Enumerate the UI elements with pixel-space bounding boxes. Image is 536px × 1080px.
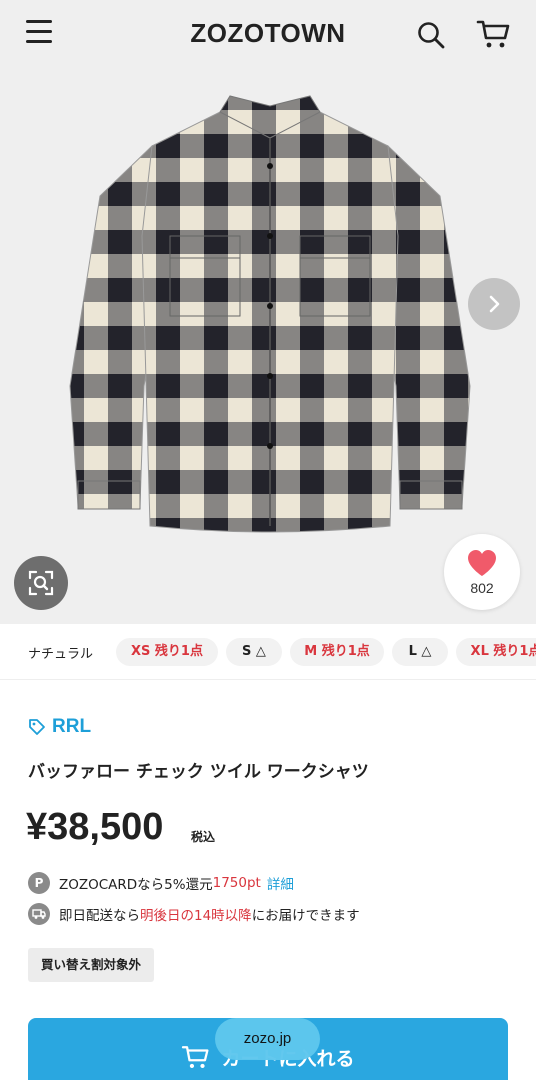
size-chip-s[interactable]: S △ [226, 638, 282, 666]
image-search-icon [28, 570, 54, 596]
tag-icon [29, 719, 45, 735]
search-icon[interactable] [416, 20, 446, 50]
delivery-truck-icon [28, 903, 50, 925]
size-chip-xs[interactable]: XS 残り1点 [116, 638, 218, 666]
favorite-count: 802 [470, 580, 494, 596]
points-details-link[interactable]: 詳細 [267, 873, 294, 893]
trade-in-badge: 買い替え割対象外 [28, 948, 155, 982]
size-selector: ナチュラル XS 残り1点 S △ M 残り1点 L △ XL 残り1点 [0, 624, 536, 680]
logo[interactable]: ZOZOTOWN [0, 18, 536, 49]
brand-link[interactable]: RRL [28, 716, 91, 738]
size-chip-xl[interactable]: XL 残り1点 [456, 638, 536, 666]
size-chip-m[interactable]: M 残り1点 [290, 638, 384, 666]
points-text: ZOZOCARDなら5%還元 [59, 877, 213, 893]
delivery-suffix: にお届けできます [251, 908, 360, 924]
image-search-button[interactable] [14, 556, 68, 610]
points-value: 1750pt [212, 875, 261, 891]
product-image-gallery[interactable]: 802 [0, 68, 536, 624]
heart-icon [468, 550, 496, 576]
browser-domain-pill[interactable]: zozo.jp [215, 1018, 320, 1060]
favorite-button[interactable]: 802 [444, 534, 520, 610]
product-price: ¥38,500 [26, 806, 164, 848]
brand-name: RRL [52, 716, 92, 737]
points-icon: P [28, 872, 50, 894]
delivery-info: 即日配送なら 明後日の14時以降 にお届けできます [28, 903, 360, 925]
color-label: ナチュラル [28, 647, 94, 662]
product-title: バッファロー チェック ツイル ワークシャツ [28, 762, 369, 782]
app-header: ZOZOTOWN [0, 0, 536, 68]
delivery-prefix: 即日配送なら [59, 908, 140, 924]
tax-label: 税込 [191, 830, 216, 844]
size-chip-l[interactable]: L △ [392, 638, 448, 666]
points-info: P ZOZOCARDなら5%還元 1750pt 詳細 [28, 872, 294, 894]
cart-icon [182, 1046, 209, 1069]
delivery-highlight: 明後日の14時以降 [140, 908, 252, 924]
product-image [69, 95, 471, 533]
next-image-button[interactable] [468, 278, 520, 330]
chevron-right-icon [489, 295, 500, 313]
cart-icon[interactable] [476, 18, 512, 50]
